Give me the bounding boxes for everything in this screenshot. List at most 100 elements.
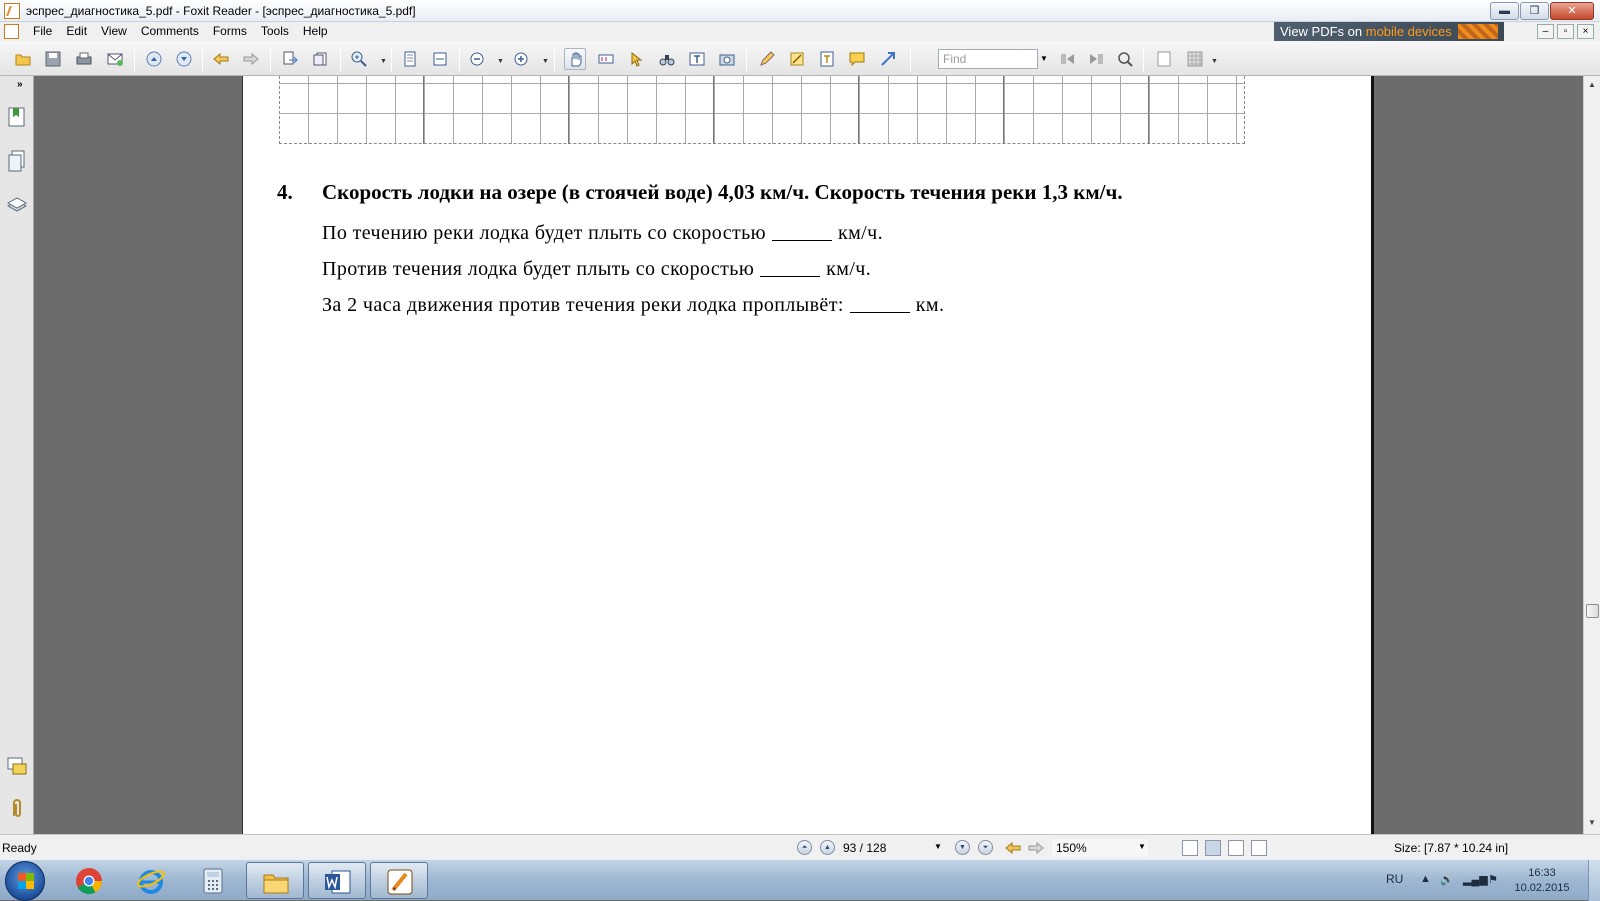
start-button[interactable] <box>5 861 45 901</box>
zoom-dropdown-icon[interactable]: ▼ <box>1138 842 1146 851</box>
vertical-scrollbar[interactable]: ▲ ▼ <box>1583 76 1600 834</box>
menu-help[interactable]: Help <box>296 24 335 39</box>
keyboard-language[interactable]: RU <box>1386 872 1403 886</box>
scroll-down-icon[interactable]: ▼ <box>1588 818 1596 827</box>
menu-comments[interactable]: Comments <box>134 24 206 39</box>
taskbar-explorer[interactable] <box>246 862 304 899</box>
snapshot-icon[interactable] <box>716 48 738 70</box>
zoom-out-dropdown-icon[interactable]: ▼ <box>497 58 504 65</box>
bookmarks-icon[interactable] <box>7 106 27 128</box>
scrollbar-thumb[interactable] <box>1586 604 1599 618</box>
doc-restore-button[interactable]: ▫ <box>1557 24 1574 39</box>
taskbar-word[interactable] <box>308 862 366 899</box>
comments-panel-icon[interactable] <box>7 756 27 778</box>
previous-page-icon[interactable] <box>143 48 165 70</box>
document-viewport[interactable]: 4. Скорость лодки на озере (в стоячей во… <box>35 76 1583 834</box>
scroll-up-icon[interactable]: ▲ <box>1588 80 1596 89</box>
first-page-icon[interactable]: ⏶ <box>797 840 812 855</box>
expand-panel-icon[interactable]: » <box>17 79 23 90</box>
clock-date: 10.02.2015 <box>1514 882 1570 894</box>
pencil-icon[interactable] <box>756 48 778 70</box>
note-icon[interactable] <box>786 48 808 70</box>
fit-width-icon[interactable] <box>429 48 451 70</box>
minimize-button[interactable]: ▬ <box>1490 2 1519 20</box>
zoom-in-dropdown-icon[interactable]: ▼ <box>542 58 549 65</box>
rotate-pages-icon[interactable] <box>309 48 331 70</box>
question-line-3: За 2 часа движения против течения реки л… <box>322 294 944 317</box>
doc-minimize-button[interactable]: – <box>1537 24 1554 39</box>
continuous-view-icon[interactable] <box>1205 840 1221 856</box>
find-dropdown-icon[interactable]: ▼ <box>1038 49 1050 69</box>
action-center-flag-icon[interactable]: ⚑ <box>1488 873 1498 886</box>
textbox-icon[interactable] <box>816 48 838 70</box>
restore-button[interactable]: ❐ <box>1520 2 1549 20</box>
toolbar-separator <box>202 47 203 71</box>
network-signal-icon[interactable]: ▂▄▆ <box>1463 873 1488 886</box>
facing-view-icon[interactable] <box>1228 840 1244 856</box>
select-text-icon[interactable] <box>595 48 617 70</box>
menu-edit[interactable]: Edit <box>59 24 94 39</box>
zoom-in-icon[interactable] <box>510 48 532 70</box>
page-view-icon[interactable] <box>1153 48 1175 70</box>
foxit-reader-icon <box>387 869 413 895</box>
single-page-view-icon[interactable] <box>1182 840 1198 856</box>
doc-close-button[interactable]: × <box>1577 24 1594 39</box>
menu-view[interactable]: View <box>94 24 134 39</box>
transparency-grid-icon[interactable] <box>1184 48 1206 70</box>
close-button[interactable]: ✕ <box>1550 2 1594 20</box>
taskbar-calculator[interactable] <box>184 862 242 899</box>
page-number-input[interactable]: 93 / 128 <box>843 841 886 855</box>
menu-forms[interactable]: Forms <box>206 24 254 39</box>
system-clock[interactable]: 16:33 10.02.2015 <box>1512 866 1572 896</box>
last-page-icon[interactable]: ⏷ <box>978 840 993 855</box>
page-dropdown-icon[interactable]: ▼ <box>934 842 942 851</box>
taskbar-ie[interactable] <box>122 862 180 899</box>
forward-status-icon[interactable] <box>1028 840 1044 856</box>
select-annotation-icon[interactable] <box>626 48 648 70</box>
grid-dropdown-icon[interactable]: ▼ <box>1211 58 1218 65</box>
extract-pages-icon[interactable] <box>279 48 301 70</box>
search-icon[interactable] <box>1114 48 1136 70</box>
find-next-icon[interactable] <box>1086 48 1108 70</box>
zoom-tool-icon[interactable] <box>348 48 370 70</box>
foxit-app-icon[interactable] <box>4 3 20 19</box>
answer-blank-1 <box>771 223 832 241</box>
callout-icon[interactable] <box>846 48 868 70</box>
print-icon[interactable] <box>73 48 95 70</box>
email-icon[interactable] <box>104 48 126 70</box>
next-page-status-icon[interactable]: ▼ <box>955 840 970 855</box>
clock-time: 16:33 <box>1528 867 1556 879</box>
find-binoculars-icon[interactable] <box>656 48 678 70</box>
zoom-level-select[interactable]: 150% <box>1052 839 1148 857</box>
find-input[interactable]: Find <box>938 49 1038 69</box>
ad-banner[interactable]: View PDFs on mobile devices <box>1274 22 1504 41</box>
menu-tools[interactable]: Tools <box>254 24 296 39</box>
layers-icon[interactable] <box>7 194 27 216</box>
continuous-facing-view-icon[interactable] <box>1251 840 1267 856</box>
find-previous-icon[interactable] <box>1056 48 1078 70</box>
open-icon[interactable] <box>12 48 34 70</box>
zoom-tool-dropdown-icon[interactable]: ▼ <box>380 58 387 65</box>
document-icon[interactable] <box>4 24 19 39</box>
attachments-icon[interactable] <box>7 798 27 820</box>
taskbar-foxit[interactable] <box>370 862 428 899</box>
zoom-out-icon[interactable] <box>466 48 488 70</box>
show-desktop-button[interactable] <box>1588 860 1600 901</box>
page-size-text: Size: [7.87 * 10.24 in] <box>1394 841 1509 855</box>
back-icon[interactable] <box>210 48 232 70</box>
typewriter-icon[interactable] <box>686 48 708 70</box>
arrow-tool-icon[interactable] <box>877 48 899 70</box>
volume-icon[interactable]: 🔊 <box>1440 873 1454 886</box>
forward-icon[interactable] <box>240 48 262 70</box>
next-page-icon[interactable] <box>173 48 195 70</box>
ad-text: View PDFs on <box>1280 24 1366 39</box>
hand-tool-icon[interactable] <box>564 48 586 70</box>
save-icon[interactable] <box>42 48 64 70</box>
back-status-icon[interactable] <box>1005 840 1021 856</box>
prev-page-icon[interactable]: ▲ <box>820 840 835 855</box>
taskbar-chrome[interactable] <box>60 862 118 899</box>
menu-file[interactable]: File <box>26 24 59 39</box>
fit-page-icon[interactable] <box>399 48 421 70</box>
pages-thumbnails-icon[interactable] <box>7 150 27 172</box>
show-hidden-icons-icon[interactable]: ▲ <box>1420 873 1431 885</box>
